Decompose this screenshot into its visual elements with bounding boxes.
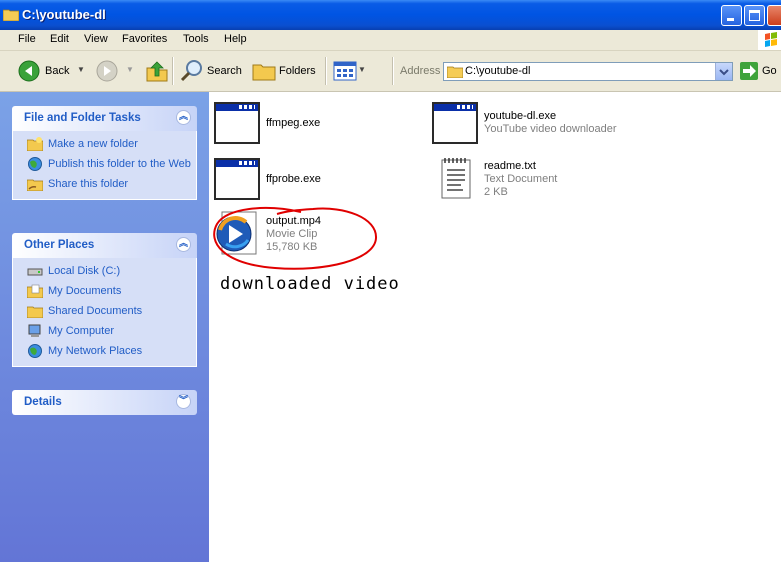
application-window-icon: [214, 158, 260, 200]
application-window-icon: [432, 102, 478, 144]
forward-dropdown-icon[interactable]: ▼: [126, 65, 134, 74]
menu-help[interactable]: Help: [224, 33, 247, 45]
task-share-folder[interactable]: Share this folder: [13, 177, 196, 191]
task-label: Make a new folder: [48, 138, 138, 150]
file-folder-tasks-panel: File and Folder Tasks ︽ Make a new folde…: [12, 106, 197, 200]
menu-edit[interactable]: Edit: [50, 33, 69, 45]
text-document-icon: [441, 158, 471, 199]
other-places-panel: Other Places ︽ Local Disk (C:) My Docume…: [12, 233, 197, 367]
network-globe-icon: [28, 344, 42, 358]
place-shared-documents[interactable]: Shared Documents: [13, 304, 196, 318]
globe-icon: [28, 157, 42, 171]
folder-icon: [447, 66, 463, 78]
back-label[interactable]: Back: [45, 65, 69, 77]
place-label: Shared Documents: [48, 305, 143, 317]
title-bar: C:\youtube-dl: [0, 0, 781, 30]
close-button[interactable]: [767, 5, 781, 26]
search-button[interactable]: [180, 59, 204, 86]
minimize-button[interactable]: [721, 5, 742, 26]
go-button[interactable]: [740, 62, 758, 80]
back-arrow-icon: [18, 60, 40, 82]
address-value: C:\youtube-dl: [465, 65, 531, 77]
share-folder-icon: [27, 179, 43, 191]
expand-chevron-icon[interactable]: ︾: [176, 394, 191, 409]
search-icon: [180, 60, 202, 82]
up-folder-icon: [146, 61, 168, 82]
file-name: readme.txt: [484, 160, 536, 172]
details-panel: Details ︾: [12, 390, 197, 415]
task-label: Share this folder: [48, 178, 129, 190]
panel-title: File and Folder Tasks: [24, 112, 141, 124]
go-label[interactable]: Go: [762, 65, 777, 77]
annotation-text: downloaded video: [220, 274, 400, 294]
task-make-new-folder[interactable]: Make a new folder: [13, 137, 196, 151]
menu-bar: File Edit View Favorites Tools Help: [0, 30, 781, 51]
back-button[interactable]: [18, 60, 40, 85]
views-button[interactable]: [333, 61, 357, 84]
computer-icon: [28, 324, 41, 337]
menu-tools[interactable]: Tools: [183, 33, 209, 45]
task-label: Publish this folder to the Web: [48, 158, 191, 170]
file-item[interactable]: readme.txt Text Document 2 KB: [432, 156, 632, 204]
address-label: Address: [400, 65, 441, 77]
file-name: youtube-dl.exe: [484, 110, 557, 122]
go-arrow-icon: [743, 65, 756, 77]
file-name: ffmpeg.exe: [266, 117, 321, 129]
menu-favorites[interactable]: Favorites: [122, 33, 167, 45]
file-item[interactable]: ffmpeg.exe: [214, 102, 414, 148]
folders-label[interactable]: Folders: [279, 65, 316, 77]
place-local-disk[interactable]: Local Disk (C:): [13, 264, 196, 278]
application-window-icon: [214, 102, 260, 144]
hard-drive-icon: [27, 268, 43, 276]
windows-logo-icon: [758, 30, 781, 50]
task-publish-folder[interactable]: Publish this folder to the Web: [13, 157, 196, 171]
folder-icon: [3, 9, 19, 21]
maximize-button[interactable]: [744, 5, 765, 26]
place-label: My Computer: [48, 325, 115, 337]
address-dropdown-button[interactable]: [715, 63, 732, 80]
up-folder-button[interactable]: [145, 59, 169, 86]
place-my-documents[interactable]: My Documents: [13, 284, 196, 298]
task-pane: File and Folder Tasks ︽ Make a new folde…: [0, 92, 209, 562]
panel-header[interactable]: Other Places ︽: [12, 233, 197, 258]
chevron-down-icon: [719, 69, 729, 76]
views-grid-icon: [333, 61, 357, 81]
collapse-chevron-icon[interactable]: ︽: [176, 110, 191, 125]
address-field[interactable]: C:\youtube-dl: [443, 62, 733, 81]
search-label[interactable]: Search: [207, 65, 242, 77]
back-dropdown-icon[interactable]: ▼: [77, 65, 85, 74]
views-dropdown-icon[interactable]: ▼: [358, 65, 366, 74]
place-label: My Network Places: [48, 345, 143, 357]
panel-header[interactable]: Details ︾: [12, 390, 197, 415]
folders-button[interactable]: [252, 60, 276, 85]
menu-view[interactable]: View: [84, 33, 108, 45]
collapse-chevron-icon[interactable]: ︽: [176, 237, 191, 252]
my-documents-icon: [27, 284, 43, 298]
file-size: 2 KB: [484, 186, 508, 198]
window-title: C:\youtube-dl: [22, 7, 106, 22]
place-label: Local Disk (C:): [48, 265, 121, 277]
place-my-computer[interactable]: My Computer: [13, 324, 196, 338]
file-description: YouTube video downloader: [484, 123, 617, 135]
file-name: ffprobe.exe: [266, 173, 321, 185]
panel-title: Other Places: [24, 239, 95, 251]
forward-button[interactable]: [96, 60, 118, 85]
file-item[interactable]: youtube-dl.exe YouTube video downloader: [432, 102, 652, 148]
place-my-network[interactable]: My Network Places: [13, 344, 196, 358]
shared-folder-icon: [27, 306, 43, 318]
file-description: Text Document: [484, 173, 558, 185]
menu-file[interactable]: File: [18, 33, 36, 45]
panel-title: Details: [24, 396, 62, 408]
place-label: My Documents: [48, 285, 122, 297]
forward-arrow-icon: [96, 60, 118, 82]
annotation-circle: [213, 207, 378, 270]
panel-header[interactable]: File and Folder Tasks ︽: [12, 106, 197, 131]
new-folder-icon: [27, 137, 43, 151]
folders-icon: [252, 64, 276, 81]
